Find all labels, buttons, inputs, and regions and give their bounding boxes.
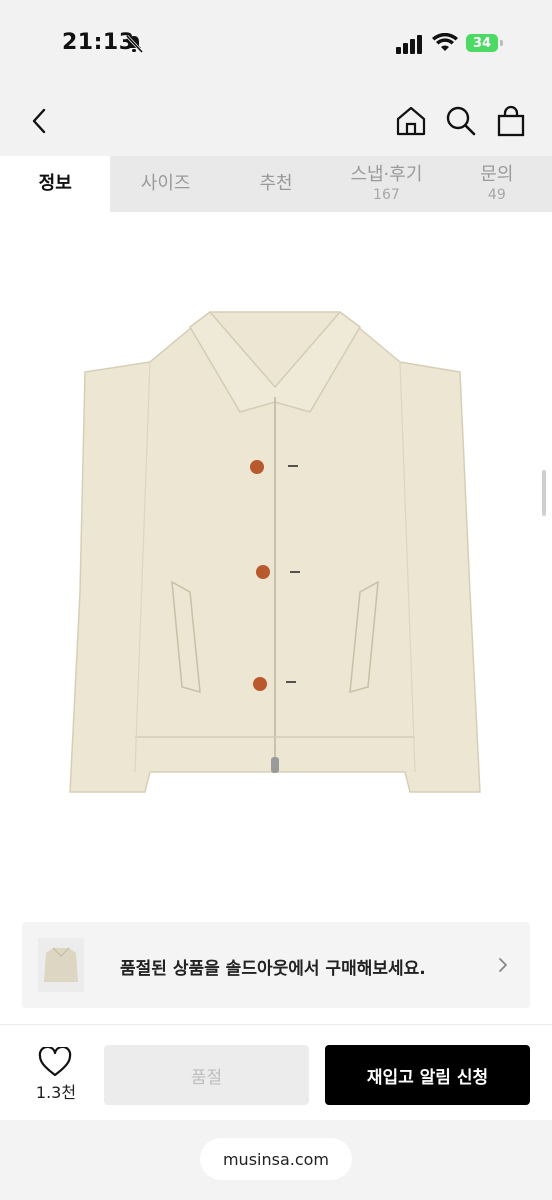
tab-snap-review-label: 스냅·후기 [350,164,423,185]
soldout-button[interactable]: 품절 [104,1045,309,1105]
product-image-area [0,212,552,912]
heart-icon[interactable] [38,1047,72,1077]
scroll-indicator[interactable] [542,470,546,516]
home-icon[interactable] [394,104,428,138]
url-text: musinsa.com [222,1149,330,1169]
tab-snap-review-count: 167 [373,187,400,203]
tab-inquiry-label: 문의 [480,164,514,185]
product-tabs: 정보 사이즈 추천 스냅·후기 167 문의 49 [0,156,552,212]
product-jacket-image[interactable] [60,292,490,812]
like-count: 1.3천 [35,1083,77,1102]
signal-icon [396,35,422,54]
tab-size[interactable]: 사이즈 [110,156,220,212]
battery-indicator: 34 [466,34,498,52]
battery-level: 34 [472,35,492,51]
search-icon[interactable] [444,104,478,138]
soldout-button-label: 품절 [190,1067,223,1088]
soldout-banner[interactable]: 품절된 상품을 솔드아웃에서 구매해보세요. [22,922,530,1008]
nav-bar [0,90,552,156]
restock-alert-button[interactable]: 재입고 알림 신청 [325,1045,530,1105]
tab-size-label: 사이즈 [140,173,191,194]
battery-tip [500,40,503,46]
wifi-icon [432,33,458,51]
bell-off-icon [125,34,144,54]
tab-inquiry-count: 49 [487,187,506,203]
shopping-bag-icon[interactable] [494,104,528,138]
restock-alert-label: 재입고 알림 신청 [366,1067,489,1088]
bottom-action-bar: 1.3천 품절 재입고 알림 신청 [0,1024,552,1121]
banner-thumbnail [38,938,84,992]
chevron-right-icon [499,958,507,972]
browser-url-bar: musinsa.com [0,1120,552,1200]
url-pill[interactable]: musinsa.com [200,1138,352,1180]
tab-snap-review[interactable]: 스냅·후기 167 [331,156,441,212]
tab-info-label: 정보 [38,173,72,194]
banner-text: 품절된 상품을 솔드아웃에서 구매해보세요. [120,959,426,979]
tab-recommend-label: 추천 [259,173,293,194]
tab-inquiry[interactable]: 문의 49 [442,156,552,212]
status-bar: 21:13 34 [0,0,552,90]
back-chevron-icon[interactable] [22,104,56,138]
tab-info[interactable]: 정보 [0,156,111,212]
tab-recommend[interactable]: 추천 [221,156,331,212]
jacket-thumbnail-icon [44,947,78,982]
